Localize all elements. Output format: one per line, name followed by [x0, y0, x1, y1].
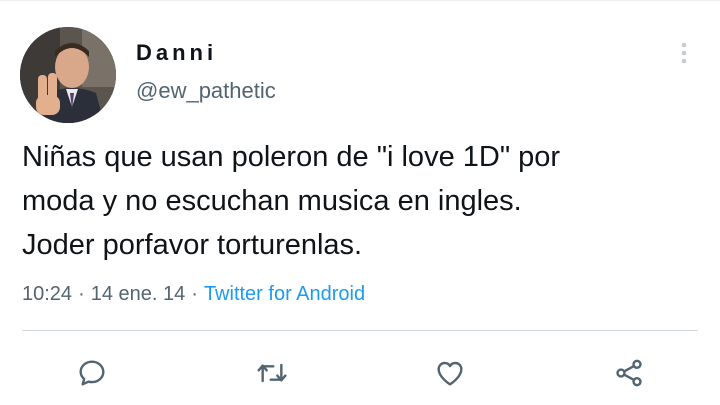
- tweet-time[interactable]: 10:24: [22, 283, 72, 305]
- meta-separator: ·: [191, 283, 198, 305]
- tweet-source-link[interactable]: Twitter for Android: [204, 283, 365, 305]
- avatar-photo: [20, 27, 116, 123]
- tweet-text: Niñas que usan poleron de "i love 1D" po…: [22, 141, 561, 261]
- share-button[interactable]: [611, 355, 647, 391]
- tweet-meta: 10:24 · 14 ene. 14 · Twitter for Android: [22, 281, 365, 307]
- reply-button[interactable]: [74, 355, 110, 391]
- share-icon: [616, 359, 642, 387]
- like-icon: [437, 361, 463, 386]
- actions-divider: [22, 330, 698, 331]
- more-vertical-icon[interactable]: [678, 40, 690, 66]
- retweet-icon: [257, 363, 287, 383]
- like-button[interactable]: [432, 355, 468, 391]
- user-handle[interactable]: @ew_pathetic: [136, 78, 276, 104]
- tweet-date[interactable]: 14 ene. 14: [91, 283, 186, 305]
- reply-icon: [79, 360, 105, 386]
- retweet-button[interactable]: [254, 355, 290, 391]
- top-divider: [0, 0, 720, 1]
- meta-separator: ·: [78, 283, 85, 305]
- avatar[interactable]: [20, 27, 116, 123]
- display-name[interactable]: Danni: [136, 40, 217, 66]
